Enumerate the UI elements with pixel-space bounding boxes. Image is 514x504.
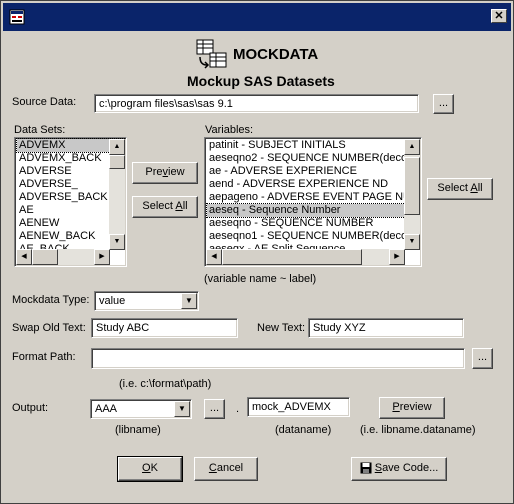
source-browse-button[interactable]: ... — [433, 94, 454, 114]
dataset-item[interactable]: ADVERSE_BACK — [17, 191, 124, 204]
output-browse-button[interactable]: ... — [204, 399, 225, 419]
dataset-item[interactable]: ADVEMX — [16, 138, 125, 153]
ok-button[interactable]: OK — [117, 456, 183, 482]
preview-dataset-button[interactable]: Preview — [132, 162, 198, 184]
variable-item[interactable]: aend - ADVERSE EXPERIENCE ND — [207, 178, 419, 191]
format-path-label: Format Path: — [12, 351, 76, 363]
scroll-left-icon[interactable]: ◀ — [206, 249, 222, 265]
dataset-table-icon — [196, 39, 227, 69]
variable-item[interactable]: aeseqno - SEQUENCE NUMBER — [207, 217, 419, 230]
select-all-datasets-button[interactable]: Select All — [132, 196, 198, 218]
variable-item[interactable]: aeseqno1 - SEQUENCE NUMBER(decod — [207, 230, 419, 243]
app-icon — [9, 9, 25, 25]
output-dot: . — [236, 403, 240, 415]
dataset-item[interactable]: ADVERSE — [17, 165, 124, 178]
new-text-field[interactable]: Study XYZ — [308, 318, 464, 338]
datasets-vscrollbar[interactable]: ▲ ▼ — [109, 139, 125, 250]
variable-item[interactable]: ae - ADVERSE EXPERIENCE — [207, 165, 419, 178]
scroll-left-icon[interactable]: ◀ — [16, 249, 32, 265]
save-code-button[interactable]: Save Code... — [351, 457, 447, 481]
dataset-item[interactable]: AE — [17, 204, 124, 217]
select-all-variables-button[interactable]: Select All — [427, 178, 493, 200]
variable-item[interactable]: aeseq - Sequence Number — [206, 203, 420, 218]
dataset-item[interactable]: ADVERSE_ — [17, 178, 124, 191]
swap-old-field[interactable]: Study ABC — [91, 318, 238, 338]
output-label: Output: — [12, 402, 49, 414]
variables-hint: (variable name ~ label) — [204, 273, 317, 285]
libname-value: AAA — [95, 403, 118, 415]
source-data-field[interactable]: c:\program files\sas\sas 9.1 — [94, 94, 419, 113]
chevron-down-icon[interactable]: ▼ — [174, 401, 190, 417]
scroll-right-icon[interactable]: ▶ — [94, 249, 110, 265]
chevron-down-icon[interactable]: ▼ — [181, 293, 197, 309]
libname-hint: (libname) — [115, 424, 161, 436]
dataset-item[interactable]: AENEW_BACK — [17, 230, 124, 243]
variable-item[interactable]: patinit - SUBJECT INITIALS — [207, 139, 419, 152]
dataset-item[interactable]: AENEW — [17, 217, 124, 230]
scroll-down-icon[interactable]: ▼ — [109, 234, 125, 250]
scroll-right-icon[interactable]: ▶ — [389, 249, 405, 265]
datasets-listbox[interactable]: ADVEMX ADVEMX_BACK ADVERSE ADVERSE_ ADVERSE_… — [14, 137, 127, 267]
variable-item[interactable]: aepageno - ADVERSE EVENT PAGE NU — [207, 191, 419, 204]
datasets-label: Data Sets: — [14, 124, 66, 136]
app-name: MOCKDATA — [233, 46, 319, 63]
scroll-down-icon[interactable]: ▼ — [404, 234, 420, 250]
variables-list: patinit - SUBJECT INITIALS aeseqno2 - SEQ… — [205, 138, 421, 257]
close-icon: ✕ — [494, 10, 504, 22]
scroll-thumb[interactable] — [222, 249, 362, 265]
mockdata-dialog: ✕ MOCKDATA Mockup SAS Datasets Source Da… — [0, 0, 514, 504]
cancel-button[interactable]: Cancel — [194, 457, 258, 481]
variable-item[interactable]: aeseqno2 - SEQUENCE NUMBER(decod — [207, 152, 419, 165]
dialog-subtitle: Mockup SAS Datasets — [187, 73, 335, 89]
swap-old-label: Swap Old Text: — [12, 322, 86, 334]
floppy-disk-icon — [360, 462, 372, 474]
variables-label: Variables: — [205, 124, 254, 136]
format-path-hint: (i.e. c:\format\path) — [119, 378, 212, 390]
output-format-hint: (i.e. libname.dataname) — [360, 424, 476, 436]
title-bar[interactable]: ✕ — [3, 3, 511, 31]
mockdata-type-label: Mockdata Type: — [12, 294, 90, 306]
scroll-thumb[interactable] — [109, 155, 125, 169]
scroll-up-icon[interactable]: ▲ — [404, 139, 420, 155]
mockdata-type-select[interactable]: value ▼ — [94, 291, 199, 311]
variables-vscrollbar[interactable]: ▲ ▼ — [404, 139, 420, 250]
dataname-hint: (dataname) — [275, 424, 332, 436]
dataset-item[interactable]: ADVEMX_BACK — [17, 152, 124, 165]
scroll-thumb[interactable] — [404, 157, 420, 215]
datasets-hscrollbar[interactable]: ◀ ▶ — [16, 249, 110, 265]
source-data-label: Source Data: — [12, 96, 77, 108]
libname-select[interactable]: AAA ▼ — [90, 399, 192, 419]
new-text-label: New Text: — [257, 322, 306, 334]
scroll-up-icon[interactable]: ▲ — [109, 139, 125, 155]
close-button[interactable]: ✕ — [491, 9, 507, 23]
output-preview-button[interactable]: Preview — [379, 397, 445, 419]
scroll-thumb[interactable] — [32, 249, 58, 265]
dataname-field[interactable]: mock_ADVEMX — [247, 397, 350, 417]
variables-listbox[interactable]: patinit - SUBJECT INITIALS aeseqno2 - SEQ… — [204, 137, 422, 267]
format-browse-button[interactable]: ... — [472, 348, 493, 369]
format-path-field[interactable] — [91, 348, 465, 369]
variables-hscrollbar[interactable]: ◀ ▶ — [206, 249, 405, 265]
mockdata-type-value: value — [99, 295, 126, 307]
